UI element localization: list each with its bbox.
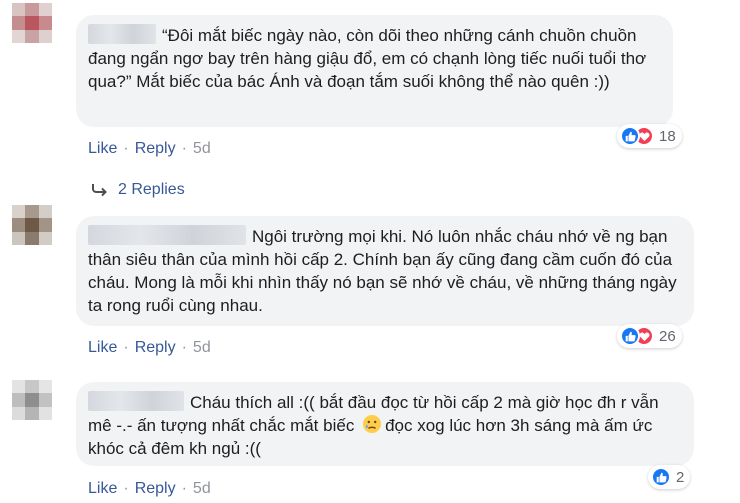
comment-bubble: “Đôi mắt biếc ngày nào, còn dõi theo nhữ… xyxy=(76,15,673,127)
reply-link[interactable]: Reply xyxy=(135,339,176,357)
reply-arrow-icon xyxy=(92,184,107,197)
avatar[interactable] xyxy=(12,3,52,43)
like-reaction-icon xyxy=(620,126,640,146)
separator-dot: · xyxy=(123,339,129,356)
like-reaction-icon xyxy=(651,467,671,487)
reactions-summary[interactable]: 2 xyxy=(648,465,691,489)
reactions-summary[interactable]: 18 xyxy=(617,124,682,148)
replies-count[interactable]: 2 Replies xyxy=(118,181,185,199)
reply-link[interactable]: Reply xyxy=(135,480,176,498)
comment-actions: Like · Reply · 5d xyxy=(88,339,211,357)
separator-dot: · xyxy=(181,140,187,157)
crying-emoji-icon xyxy=(362,414,382,434)
like-link[interactable]: Like xyxy=(88,339,117,357)
reactions-summary[interactable]: 26 xyxy=(617,324,682,348)
reply-link[interactable]: Reply xyxy=(135,140,176,158)
separator-dot: · xyxy=(123,480,129,497)
separator-dot: · xyxy=(181,339,187,356)
comment-bubble: Cháu thích all :(( bắt đầu đọc từ hồi cấ… xyxy=(76,382,694,466)
reaction-count: 26 xyxy=(659,327,676,345)
separator-dot: · xyxy=(123,140,129,157)
comment-text: “Đôi mắt biếc ngày nào, còn dõi theo nhữ… xyxy=(88,26,647,91)
commenter-name[interactable] xyxy=(88,24,156,44)
comment-actions: Like · Reply · 5d xyxy=(88,480,211,498)
comment-bubble: Ngôi trường mọi khi. Nó luôn nhắc cháu n… xyxy=(76,216,694,326)
timestamp[interactable]: 5d xyxy=(193,480,211,498)
separator-dot: · xyxy=(181,480,187,497)
timestamp[interactable]: 5d xyxy=(193,140,211,158)
like-link[interactable]: Like xyxy=(88,140,117,158)
comment-actions: Like · Reply · 5d xyxy=(88,140,211,158)
reaction-count: 2 xyxy=(676,468,685,486)
timestamp[interactable]: 5d xyxy=(193,339,211,357)
view-replies-link[interactable]: 2 Replies xyxy=(92,181,185,199)
avatar[interactable] xyxy=(12,205,52,245)
reaction-count: 18 xyxy=(659,127,676,145)
like-reaction-icon xyxy=(620,326,640,346)
avatar[interactable] xyxy=(12,380,52,420)
commenter-name[interactable] xyxy=(88,225,246,245)
like-link[interactable]: Like xyxy=(88,480,117,498)
commenter-name[interactable] xyxy=(88,391,184,411)
